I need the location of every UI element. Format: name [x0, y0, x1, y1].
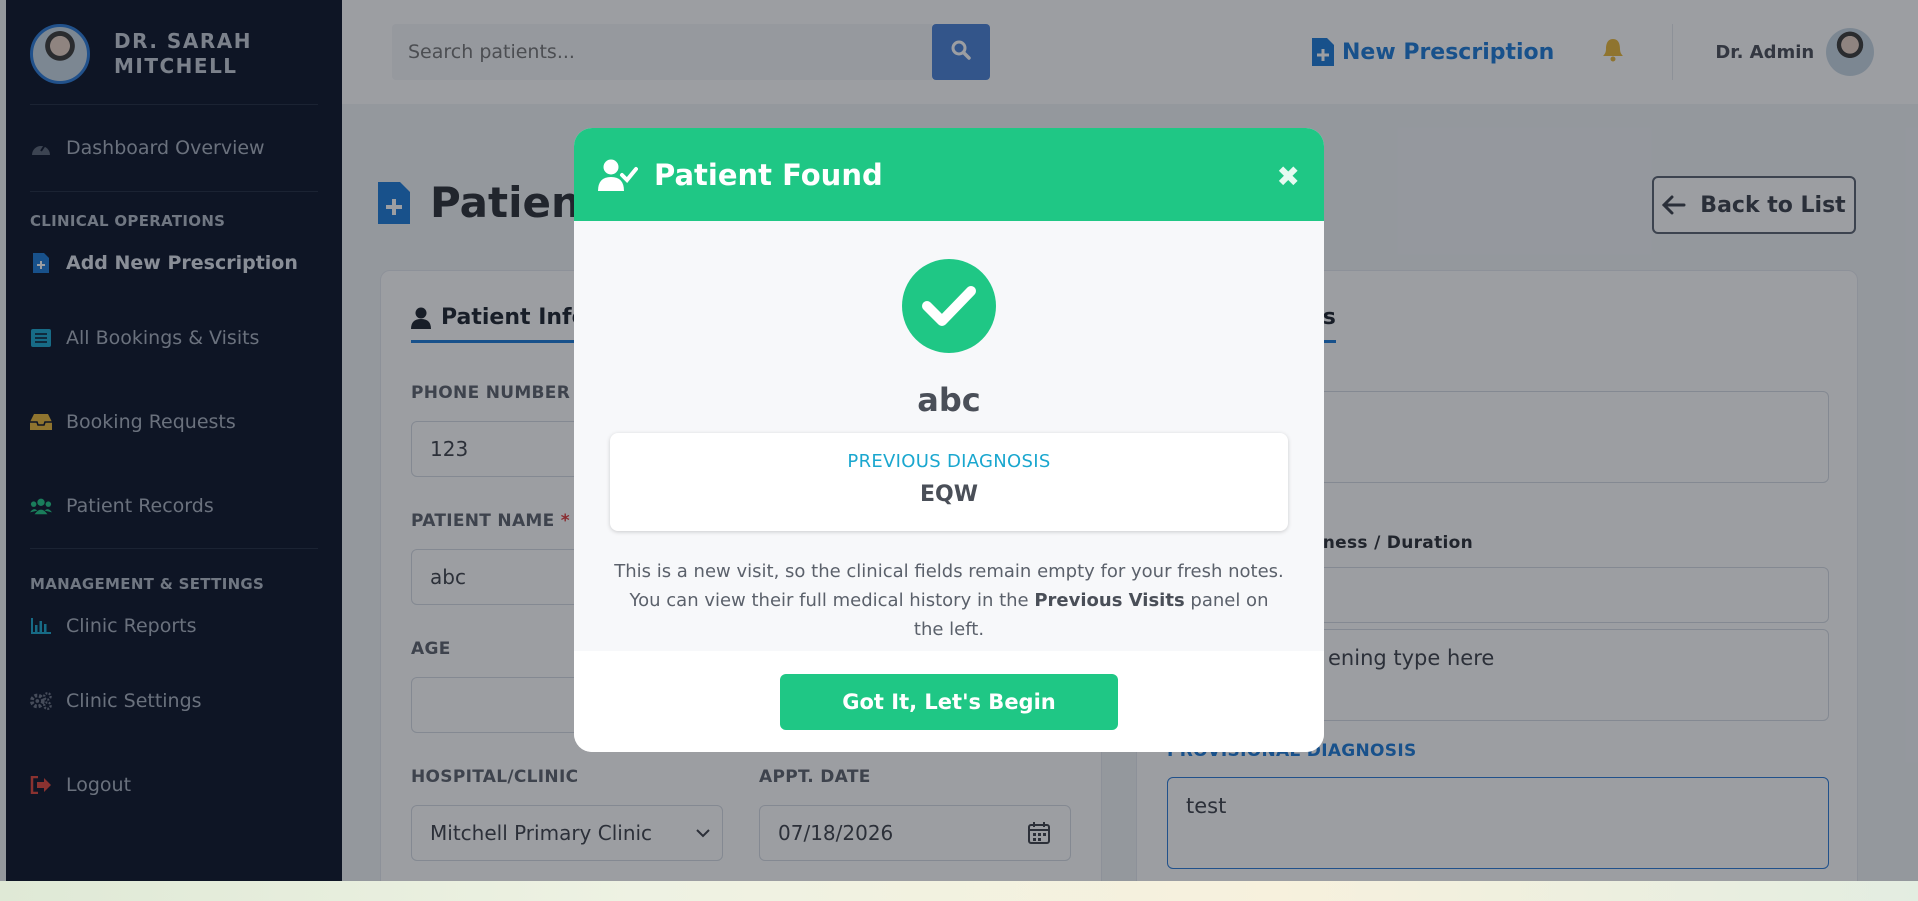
previous-diagnosis-box: PREVIOUS DIAGNOSIS EQW — [610, 433, 1288, 531]
desktop-strip — [0, 881, 1918, 901]
got-it-button[interactable]: Got It, Let's Begin — [780, 673, 1118, 730]
note-bold: Previous Visits — [1034, 590, 1185, 611]
patient-found-modal: Patient Found ✖ abc PREVIOUS DIAGNOSIS E… — [574, 128, 1324, 752]
modal-header: Patient Found ✖ — [574, 128, 1324, 221]
modal-body: abc PREVIOUS DIAGNOSIS EQW This is a new… — [574, 221, 1324, 651]
modal-footer: Got It, Let's Begin — [574, 651, 1324, 752]
close-icon[interactable]: ✖ — [1277, 160, 1300, 193]
user-check-icon — [598, 159, 638, 191]
previous-diagnosis-label: PREVIOUS DIAGNOSIS — [847, 451, 1051, 472]
previous-diagnosis-value: EQW — [920, 482, 978, 507]
modal-title: Patient Found — [654, 157, 883, 192]
modal-note: This is a new visit, so the clinical fie… — [614, 557, 1284, 644]
found-patient-name: abc — [917, 381, 981, 419]
check-circle-icon — [902, 259, 996, 353]
